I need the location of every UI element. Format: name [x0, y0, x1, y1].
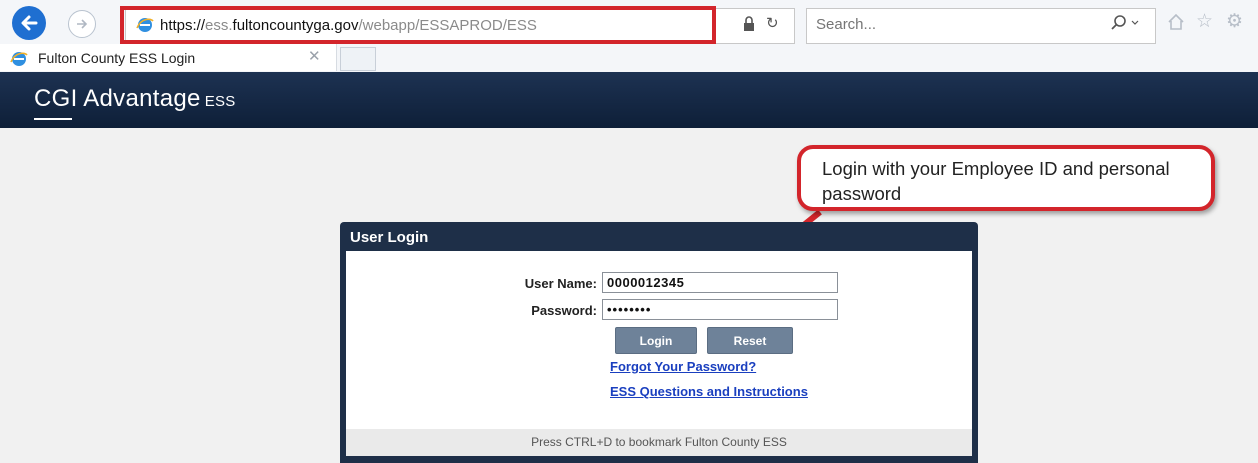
forgot-password-link[interactable]: Forgot Your Password?	[610, 359, 756, 374]
user-name-label: User Name:	[524, 276, 597, 291]
reset-button[interactable]: Reset	[707, 327, 793, 354]
password-label: Password:	[531, 303, 597, 318]
user-name-field[interactable]	[602, 272, 838, 293]
footer-text: Press CTRL+D to bookmark Fulton County E…	[531, 435, 787, 449]
callout-text: Login with your Employee ID and personal…	[822, 158, 1170, 204]
login-title: User Login	[350, 229, 429, 246]
login-button[interactable]: Login	[615, 327, 697, 354]
ess-instructions-link[interactable]: ESS Questions and Instructions	[610, 384, 808, 399]
password-field[interactable]	[602, 299, 838, 320]
